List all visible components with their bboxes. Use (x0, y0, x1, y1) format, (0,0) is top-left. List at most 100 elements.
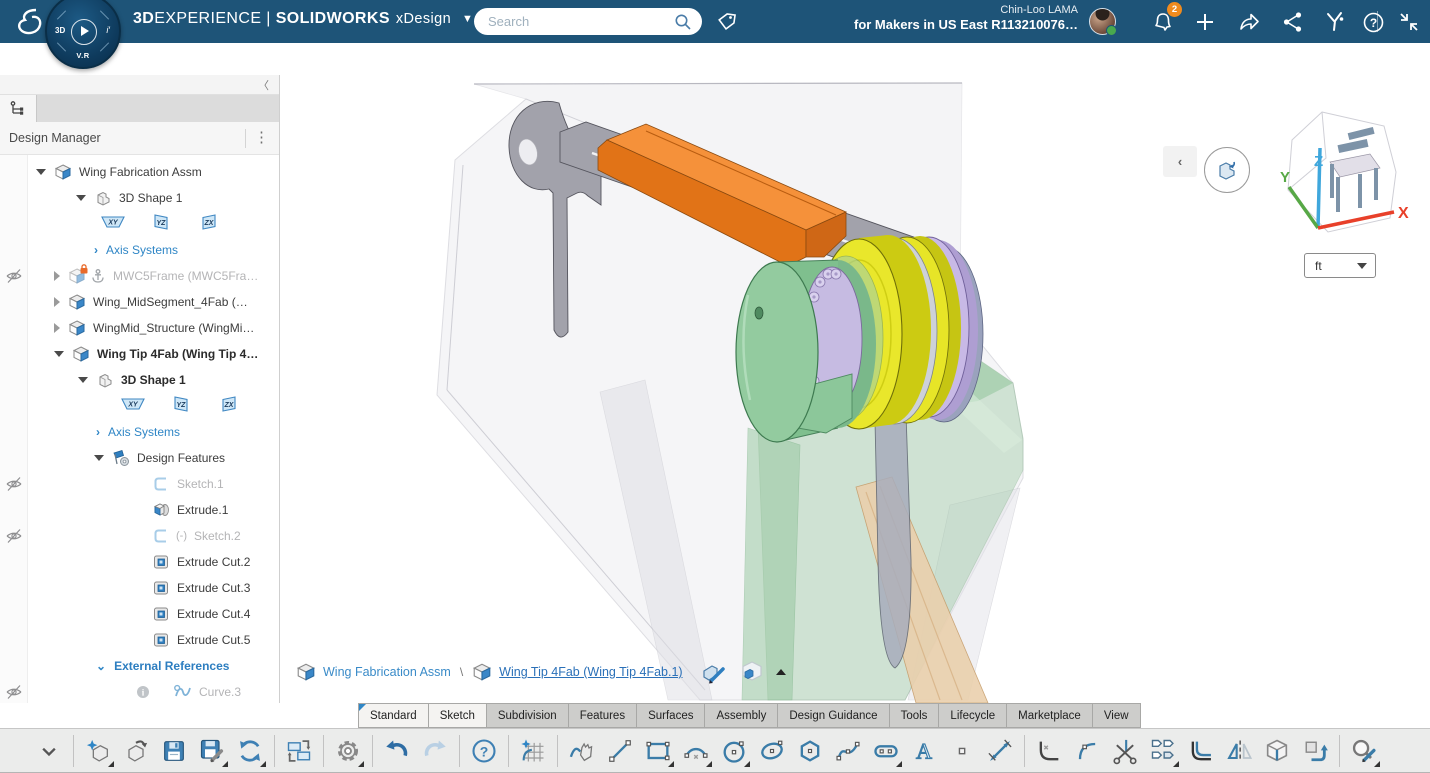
tree-item-label[interactable]: External References (114, 659, 229, 673)
toolbar-button-save[interactable] (155, 732, 193, 770)
tree-item-label[interactable]: Wing Tip 4Fab (Wing Tip 4… (97, 347, 258, 361)
toolbar-button-transfer-content[interactable] (280, 732, 318, 770)
toolbar-button-new-part[interactable] (79, 732, 117, 770)
compass-play-icon[interactable] (81, 26, 89, 36)
tree-item-label[interactable]: Extrude.1 (177, 503, 228, 517)
tree-item-extrude-cut-3[interactable]: Extrude Cut.3 (0, 575, 279, 601)
expand-triangle-icon[interactable] (54, 297, 60, 307)
toolbar-button-redo[interactable] (416, 732, 454, 770)
app-title[interactable]: 3DEXPERIENCE | SOLIDWORKS xDesign ▼ (133, 10, 473, 28)
3d-compass[interactable]: 3D i′ V.R (45, 0, 121, 69)
toolbar-button-open-part[interactable] (117, 732, 155, 770)
toolbar-button-sync[interactable] (231, 732, 269, 770)
toolbar-button-freehand[interactable] (563, 732, 601, 770)
expand-triangle-icon[interactable] (54, 323, 60, 333)
tree-item-sketch-2[interactable]: (-) Sketch.2 (0, 523, 279, 549)
tree-item-extrude-cut-2[interactable]: Extrude Cut.2 (0, 549, 279, 575)
tree-item-wing-tip-4fab-wing-tip-4[interactable]: Wing Tip 4Fab (Wing Tip 4… (0, 341, 279, 367)
toolbar-button-ellipse[interactable] (753, 732, 791, 770)
3ds-community-icon[interactable] (1320, 7, 1350, 37)
ghost-component-icon[interactable] (739, 659, 765, 685)
model-hub-assembly[interactable] (735, 235, 984, 443)
collapse-icon[interactable]: ⌄ (96, 659, 106, 673)
plane-xy[interactable] (100, 213, 126, 236)
toolbar-button-project[interactable] (1258, 732, 1296, 770)
tree-item-label[interactable]: Design Features (137, 451, 225, 465)
tab-marketplace[interactable]: Marketplace (1006, 703, 1093, 728)
toolbar-button-mirror[interactable] (1220, 732, 1258, 770)
tree-item-extrude-cut-4[interactable]: Extrude Cut.4 (0, 601, 279, 627)
search-box[interactable] (474, 8, 702, 35)
panel-collapse-icon[interactable]: 〈 (258, 77, 269, 93)
tree-item-planes[interactable] (0, 211, 279, 237)
toolbar-button-measure[interactable] (1345, 732, 1383, 770)
plane-zx[interactable] (216, 395, 242, 418)
toolbar-button-offset[interactable] (1182, 732, 1220, 770)
network-share-icon[interactable] (1278, 7, 1308, 37)
hidden-eye-icon[interactable] (0, 679, 28, 703)
iso-view-button[interactable] (1204, 147, 1250, 193)
breadcrumb-current-link[interactable]: Wing Tip 4Fab (Wing Tip 4Fab.1) (499, 665, 682, 679)
tab-features[interactable]: Features (567, 703, 638, 728)
toolbar-button-undo[interactable] (378, 732, 416, 770)
tab-design-guidance[interactable]: Design Guidance (777, 703, 890, 728)
window-resize-icon[interactable] (1394, 7, 1424, 37)
tab-surfaces[interactable]: Surfaces (636, 703, 706, 728)
tree-item-label[interactable]: Axis Systems (106, 243, 178, 257)
breadcrumb-root-link[interactable]: Wing Fabrication Assm (323, 665, 451, 679)
toolbar-button-circle[interactable] (715, 732, 753, 770)
expand-triangle-icon[interactable] (54, 271, 60, 281)
tree-item-label[interactable]: Extrude Cut.5 (177, 633, 250, 647)
previous-view-button[interactable]: ‹ (1163, 146, 1197, 177)
tree-item-sketch-1[interactable]: Sketch.1 (0, 471, 279, 497)
notifications-bell-icon[interactable]: 2 (1148, 2, 1182, 37)
tab-lifecycle[interactable]: Lifecycle (938, 703, 1008, 728)
tab-tools[interactable]: Tools (888, 703, 940, 728)
plane-xy[interactable] (120, 395, 146, 418)
tree-item-label[interactable]: Axis Systems (108, 425, 180, 439)
toolbar-button-arc-blend[interactable] (1068, 732, 1106, 770)
collapse-triangle-icon[interactable] (76, 195, 86, 201)
toolbar-button-point[interactable] (943, 732, 981, 770)
toolbar-button-rectangle[interactable] (639, 732, 677, 770)
tree-item-label[interactable]: 3D Shape 1 (119, 191, 182, 205)
tree-item-label[interactable]: Extrude Cut.2 (177, 555, 250, 569)
tab-view[interactable]: View (1091, 703, 1141, 728)
toolbar-button-arc[interactable] (677, 732, 715, 770)
toolbar-button-line[interactable] (601, 732, 639, 770)
collapse-triangle-icon[interactable] (94, 455, 104, 461)
cad-model[interactable] (280, 43, 1430, 703)
tab-subdivision[interactable]: Subdivision (485, 703, 569, 728)
collapse-triangle-icon[interactable] (54, 351, 64, 357)
panel-menu-icon[interactable]: ⋮ (254, 127, 269, 148)
tree-item-external-references[interactable]: ⌄ External References (0, 653, 279, 679)
toolbar-button-convert-entities[interactable] (1296, 732, 1334, 770)
hidden-eye-icon[interactable] (0, 263, 28, 289)
tree-item-design-features[interactable]: Design Features (0, 445, 279, 471)
plane-yz[interactable] (148, 213, 174, 236)
units-dropdown[interactable]: ft (1304, 253, 1376, 278)
toolbar-button-pattern[interactable] (1144, 732, 1182, 770)
plane-yz[interactable] (168, 395, 194, 418)
tree-item-label[interactable]: WingMid_Structure (WingMi… (93, 321, 254, 335)
tree-item-wing-fabrication-assm[interactable]: Wing Fabrication Assm (0, 159, 279, 185)
collapse-triangle-icon[interactable] (36, 169, 46, 175)
toolbar-button-settings[interactable] (329, 732, 367, 770)
toolbar-button-new-sketch[interactable] (514, 732, 552, 770)
toolbar-button-text[interactable] (905, 732, 943, 770)
toolbar-button-save-options[interactable] (193, 732, 231, 770)
tree-item-label[interactable]: Extrude Cut.4 (177, 607, 250, 621)
tree-item-3d-shape-1[interactable]: 3D Shape 1 (0, 367, 279, 393)
tree-item-label[interactable]: Extrude Cut.3 (177, 581, 250, 595)
hidden-eye-icon[interactable] (0, 523, 28, 549)
edit-component-icon[interactable] (698, 657, 728, 687)
toolbar-button-spline[interactable] (829, 732, 867, 770)
hidden-eye-icon[interactable] (0, 471, 28, 497)
collapse-triangle-icon[interactable] (78, 377, 88, 383)
help-icon[interactable]: ? (1358, 7, 1388, 37)
tree-item-planes[interactable] (0, 393, 279, 419)
tab-design-tree[interactable] (0, 95, 37, 122)
add-icon[interactable] (1190, 7, 1220, 37)
tree-item-axis-systems[interactable]: › Axis Systems (0, 419, 279, 445)
toolbar-button-collapse[interactable] (30, 732, 68, 770)
